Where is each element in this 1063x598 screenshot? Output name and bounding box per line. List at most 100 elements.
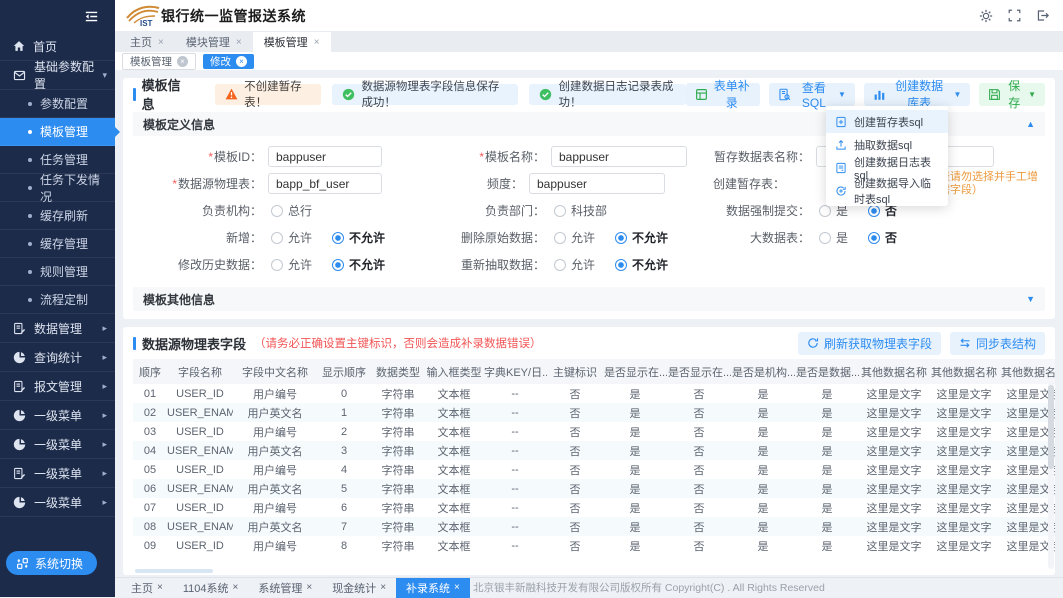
- radio-option[interactable]: 否: [868, 229, 897, 246]
- sidebar-item[interactable]: 模板管理: [0, 118, 115, 146]
- action-button[interactable]: 创建数据库表▼: [864, 83, 970, 106]
- text-input[interactable]: [551, 146, 687, 167]
- form-cell: *模板名称：: [420, 146, 690, 167]
- footer-tab[interactable]: 现金统计×: [322, 578, 396, 598]
- radio-option[interactable]: 总行: [271, 202, 312, 219]
- radio-option[interactable]: 允许: [271, 256, 312, 273]
- sidebar-item-label: 一级菜单: [34, 436, 82, 453]
- tab-label: 模板管理: [264, 34, 308, 50]
- sidebar-item[interactable]: 一级菜单▸: [0, 401, 115, 430]
- sidebar-item[interactable]: 规则管理: [0, 258, 115, 286]
- table-cell: 用户英文名: [233, 517, 317, 536]
- sidebar-item[interactable]: 缓存管理: [0, 230, 115, 258]
- radio-option[interactable]: 允许: [554, 256, 595, 273]
- app-title: 银行统一监管报送系统: [161, 6, 306, 26]
- radio-option[interactable]: 不允许: [615, 229, 668, 246]
- section-other-header[interactable]: 模板其他信息 ▼: [133, 287, 1045, 311]
- action-button[interactable]: 同步表结构: [950, 332, 1045, 355]
- page-tab[interactable]: 模块管理×: [175, 32, 253, 52]
- close-icon[interactable]: ×: [306, 582, 312, 593]
- text-input[interactable]: [529, 173, 665, 194]
- dropdown-item[interactable]: 创建数据导入临时表sql: [826, 179, 948, 202]
- tab-label: 补录系统: [406, 580, 450, 596]
- action-button[interactable]: 保存▼: [979, 83, 1045, 106]
- close-icon[interactable]: ×: [236, 37, 242, 48]
- sidebar-item[interactable]: 一级菜单▸: [0, 430, 115, 459]
- close-icon[interactable]: ×: [233, 582, 239, 593]
- close-icon[interactable]: ×: [380, 582, 386, 593]
- sidebar-item[interactable]: 首页: [0, 32, 115, 61]
- section-title: 模板定义信息: [143, 116, 215, 133]
- pie-icon: [13, 351, 26, 364]
- radio-option[interactable]: 允许: [554, 229, 595, 246]
- action-button[interactable]: 查看SQL▼: [769, 83, 855, 106]
- table-row[interactable]: 03USER_ID用户编号2字符串文本框--否是否是是这里是文字这里是文字这里是…: [133, 422, 1055, 441]
- sidebar-item[interactable]: 数据管理▸: [0, 314, 115, 343]
- sidebar-item[interactable]: 缓存刷新: [0, 202, 115, 230]
- collapse-down-icon[interactable]: ▼: [1026, 294, 1035, 304]
- bullet-icon: [28, 270, 32, 274]
- radio-option[interactable]: 不允许: [332, 256, 385, 273]
- fullscreen-icon[interactable]: [1008, 9, 1021, 23]
- page-tab[interactable]: 主页×: [119, 32, 175, 52]
- table-cell: 这里是文字: [859, 460, 929, 479]
- table-row[interactable]: 05USER_ID用户编号4字符串文本框--否是否是是这里是文字这里是文字这里是…: [133, 460, 1055, 479]
- table-row[interactable]: 07USER_ID用户编号6字符串文本框--否是否是是这里是文字这里是文字这里是…: [133, 498, 1055, 517]
- page-tab[interactable]: 模板管理 ×: [253, 32, 331, 52]
- system-switch-button[interactable]: 系统切换: [6, 551, 97, 575]
- collapse-up-icon[interactable]: ▲: [1026, 119, 1035, 129]
- doc-icon: [13, 380, 26, 393]
- radio-option[interactable]: 不允许: [615, 256, 668, 273]
- close-icon[interactable]: ×: [158, 37, 164, 48]
- footer-tab[interactable]: 系统管理×: [248, 578, 322, 598]
- required-asterisk: *: [208, 150, 213, 164]
- close-icon[interactable]: ×: [177, 56, 188, 67]
- sidebar-item[interactable]: 一级菜单▸: [0, 459, 115, 488]
- footer-tab[interactable]: 主页×: [121, 578, 173, 598]
- radio-option[interactable]: 科技部: [554, 202, 607, 219]
- table-row[interactable]: 04USER_ENAME用户英文名3字符串文本框--否是否是是这里是文字这里是文…: [133, 441, 1055, 460]
- close-icon[interactable]: ×: [314, 37, 320, 48]
- menu-fold-icon[interactable]: [84, 10, 99, 23]
- close-icon[interactable]: ×: [236, 56, 247, 67]
- table-cell: 是: [795, 441, 859, 460]
- sidebar-item[interactable]: 查询统计▸: [0, 343, 115, 372]
- panel-title: 模板信息: [133, 75, 187, 113]
- sidebar-item[interactable]: 基础参数配置▾: [0, 61, 115, 90]
- table-row[interactable]: 02USER_ENAME用户英文名1字符串文本框--否是否是是这里是文字这里是文…: [133, 403, 1055, 422]
- breadcrumb-chip[interactable]: 修改×: [203, 54, 254, 69]
- field-label: 负责部门：: [420, 202, 545, 219]
- vertical-scrollbar[interactable]: [1048, 385, 1054, 469]
- sidebar-item[interactable]: 一级菜单▸: [0, 488, 115, 517]
- table-row[interactable]: 06USER_ENAME用户英文名5字符串文本框--否是否是是这里是文字这里是文…: [133, 479, 1055, 498]
- table-row[interactable]: 09USER_ID用户编号8字符串文本框--否是否是是这里是文字这里是文字这里是…: [133, 536, 1055, 555]
- action-button[interactable]: 刷新获取物理表字段: [798, 332, 941, 355]
- table-cell: 否: [667, 536, 731, 555]
- horizontal-scrollbar[interactable]: [135, 569, 213, 573]
- sidebar-item[interactable]: 报文管理▸: [0, 372, 115, 401]
- table-cell: 这里是文字: [859, 536, 929, 555]
- close-icon[interactable]: ×: [454, 582, 460, 593]
- table-row[interactable]: 01USER_ID用户编号0字符串文本框--否是否是是这里是文字这里是文字这里是…: [133, 384, 1055, 403]
- footer-tab[interactable]: 1104系统×: [173, 578, 249, 598]
- gear-icon[interactable]: [979, 9, 993, 23]
- text-input[interactable]: [268, 146, 382, 167]
- action-button[interactable]: 表单补录: [686, 83, 760, 106]
- radio-option[interactable]: 允许: [271, 229, 312, 246]
- sidebar-item[interactable]: 任务下发情况: [0, 174, 115, 202]
- table-row[interactable]: 08USER_ENAME用户英文名7字符串文本框--否是否是是这里是文字这里是文…: [133, 517, 1055, 536]
- switch-icon: [16, 557, 29, 570]
- radio-option[interactable]: 是: [819, 229, 848, 246]
- footer-tab[interactable]: 补录系统 ×: [396, 578, 470, 598]
- sidebar-item[interactable]: 参数配置: [0, 90, 115, 118]
- dropdown-item[interactable]: 创建暂存表sql: [826, 110, 948, 133]
- table-cell: 否: [547, 479, 603, 498]
- logout-icon[interactable]: [1036, 9, 1049, 23]
- radio-option[interactable]: 不允许: [332, 229, 385, 246]
- table-cell: 否: [547, 460, 603, 479]
- breadcrumb-chip[interactable]: 模板管理×: [122, 53, 196, 70]
- panel-title: 数据源物理表字段: [133, 334, 246, 353]
- sidebar-item[interactable]: 流程定制: [0, 286, 115, 314]
- text-input[interactable]: [268, 173, 382, 194]
- close-icon[interactable]: ×: [157, 582, 163, 593]
